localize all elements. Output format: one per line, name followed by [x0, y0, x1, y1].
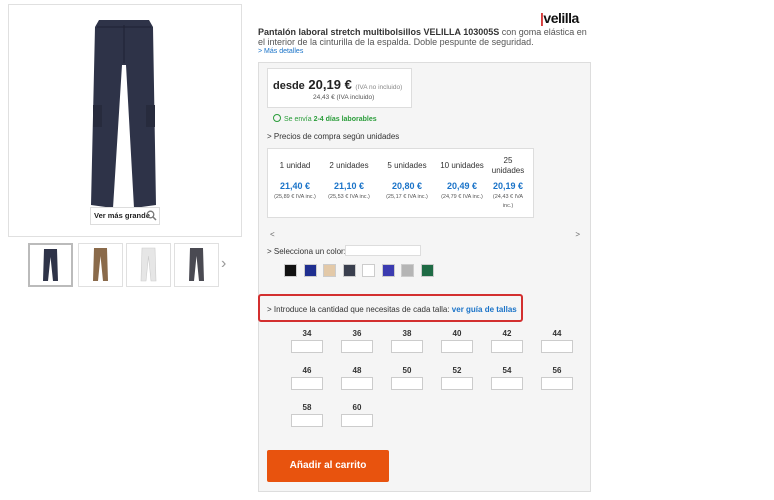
qty-tier: 25 unidades 20,19 € (24,43 € IVA inc.) — [490, 156, 526, 211]
qty-tier-price: 20,19 € — [492, 181, 524, 191]
price-desde: desde — [273, 80, 305, 92]
price-value: 20,19 € — [308, 77, 352, 92]
price-main: desde 20,19 € (IVA no incluido) — [273, 77, 402, 92]
more-details-link[interactable]: > Más detalles — [258, 48, 303, 55]
size-label: 36 — [352, 329, 362, 338]
product-title: Pantalón laboral stretch multibolsillos … — [258, 27, 588, 47]
size-label: 48 — [352, 366, 362, 375]
product-title-bold: Pantalón laboral stretch multibolsillos … — [258, 27, 500, 37]
color-swatch[interactable] — [342, 264, 356, 277]
shipping-prefix: Se envía — [284, 116, 314, 123]
size-quantity-input[interactable] — [291, 340, 323, 353]
qty-tier-units: 2 unidades — [329, 161, 369, 170]
size-label: 60 — [352, 403, 362, 412]
qty-tier-iva: (25,17 € IVA inc.) — [386, 194, 428, 200]
pants-thumb — [43, 249, 58, 281]
size-quantity-input[interactable] — [341, 414, 373, 427]
size-quantity-input[interactable] — [391, 377, 423, 390]
qty-tier-units: 1 unidad — [279, 161, 311, 170]
qty-tier-price: 21,40 € — [279, 181, 311, 191]
size-label: 34 — [302, 329, 312, 338]
color-field[interactable] — [345, 245, 421, 256]
color-swatch[interactable] — [362, 264, 375, 277]
qty-tier-price: 20,80 € — [391, 181, 423, 191]
shipping-info: Se envía 2-4 días laborables — [273, 114, 377, 123]
zoom-label: Ver más grande — [94, 211, 150, 220]
size-label: 58 — [302, 403, 312, 412]
size-quantity-input[interactable] — [491, 340, 523, 353]
thumbnail-charcoal[interactable] — [174, 243, 219, 287]
qty-tier-iva: (25,53 € IVA inc.) — [328, 194, 370, 200]
size-guide-link[interactable]: ver guía de tallas — [452, 305, 517, 314]
color-label: > Selecciona un color: — [267, 247, 346, 256]
qty-tier-iva: (25,89 € IVA inc.) — [274, 194, 316, 200]
qty-tier: 1 unidad 21,40 € (25,89 € IVA inc.) — [273, 156, 317, 202]
chevron-right-icon[interactable]: > — [575, 230, 580, 239]
size-label: 44 — [552, 329, 562, 338]
purchase-panel — [258, 62, 591, 492]
pants-thumb — [140, 247, 157, 282]
size-instruction-text: > Introduce la cantidad que necesitas de… — [267, 305, 452, 314]
size-label: 50 — [402, 366, 412, 375]
size-quantity-input[interactable] — [541, 377, 573, 390]
size-quantity-input[interactable] — [391, 340, 423, 353]
color-swatch[interactable] — [284, 264, 297, 277]
size-label: 40 — [452, 329, 462, 338]
size-label: 54 — [502, 366, 512, 375]
pants-illustration — [91, 20, 156, 208]
qty-tier-iva: (24,43 € IVA inc.) — [492, 194, 524, 209]
chevron-right-icon[interactable]: › — [221, 255, 226, 273]
thumbnail-navy[interactable] — [28, 243, 73, 287]
size-label: 52 — [452, 366, 462, 375]
size-quantity-input[interactable] — [291, 414, 323, 427]
qty-tier-units: 5 unidades — [387, 161, 427, 170]
color-swatch[interactable] — [401, 264, 414, 277]
color-swatch[interactable] — [381, 264, 395, 277]
main-product-image[interactable] — [8, 4, 242, 237]
price-with-iva: 24,43 € (IVA incluido) — [313, 94, 375, 101]
qty-tier-units: 25 unidades — [491, 156, 525, 175]
qty-table-scroll: < > — [270, 230, 580, 239]
size-quantity-input[interactable] — [291, 377, 323, 390]
thumbnail-white[interactable] — [126, 243, 171, 287]
add-to-cart-button[interactable]: Añadir al carrito — [267, 450, 389, 482]
color-swatch[interactable] — [323, 264, 336, 277]
qty-tier-iva: (24,79 € IVA inc.) — [441, 194, 483, 200]
qty-prices-label[interactable]: > Precios de compra según unidades — [267, 132, 399, 141]
qty-tier-units: 10 unidades — [440, 161, 484, 170]
zoom-button[interactable]: Ver más grande — [90, 207, 160, 225]
size-label: 38 — [402, 329, 412, 338]
size-label: 46 — [302, 366, 312, 375]
shipping-days: 2-4 días laborables — [313, 116, 377, 123]
size-instruction: > Introduce la cantidad que necesitas de… — [267, 305, 517, 314]
logo-text: velilla — [543, 10, 579, 26]
clock-icon — [273, 114, 281, 122]
color-swatch[interactable] — [420, 264, 434, 277]
qty-tier: 10 unidades 20,49 € (24,79 € IVA inc.) — [434, 156, 490, 202]
size-quantity-input[interactable] — [341, 377, 373, 390]
qty-tier: 2 unidades 21,10 € (25,53 € IVA inc.) — [325, 156, 373, 202]
magnifier-icon — [146, 210, 157, 221]
size-quantity-input[interactable] — [541, 340, 573, 353]
size-label: 42 — [502, 329, 512, 338]
size-label: 56 — [552, 366, 562, 375]
chevron-left-icon[interactable]: < — [270, 230, 275, 239]
pants-thumb — [93, 248, 108, 281]
thumbnail-brown[interactable] — [78, 243, 123, 287]
size-quantity-input[interactable] — [441, 340, 473, 353]
qty-tier-price: 20,49 € — [446, 181, 478, 191]
brand-logo: |velilla — [540, 10, 579, 26]
size-quantity-input[interactable] — [491, 377, 523, 390]
size-quantity-input[interactable] — [441, 377, 473, 390]
qty-tier-price: 21,10 € — [333, 181, 365, 191]
size-quantity-input[interactable] — [341, 340, 373, 353]
qty-tier: 5 unidades 20,80 € (25,17 € IVA inc.) — [381, 156, 433, 202]
pants-thumb — [189, 248, 204, 281]
color-swatch[interactable] — [303, 264, 317, 277]
price-iva-note: (IVA no incluido) — [355, 84, 403, 91]
